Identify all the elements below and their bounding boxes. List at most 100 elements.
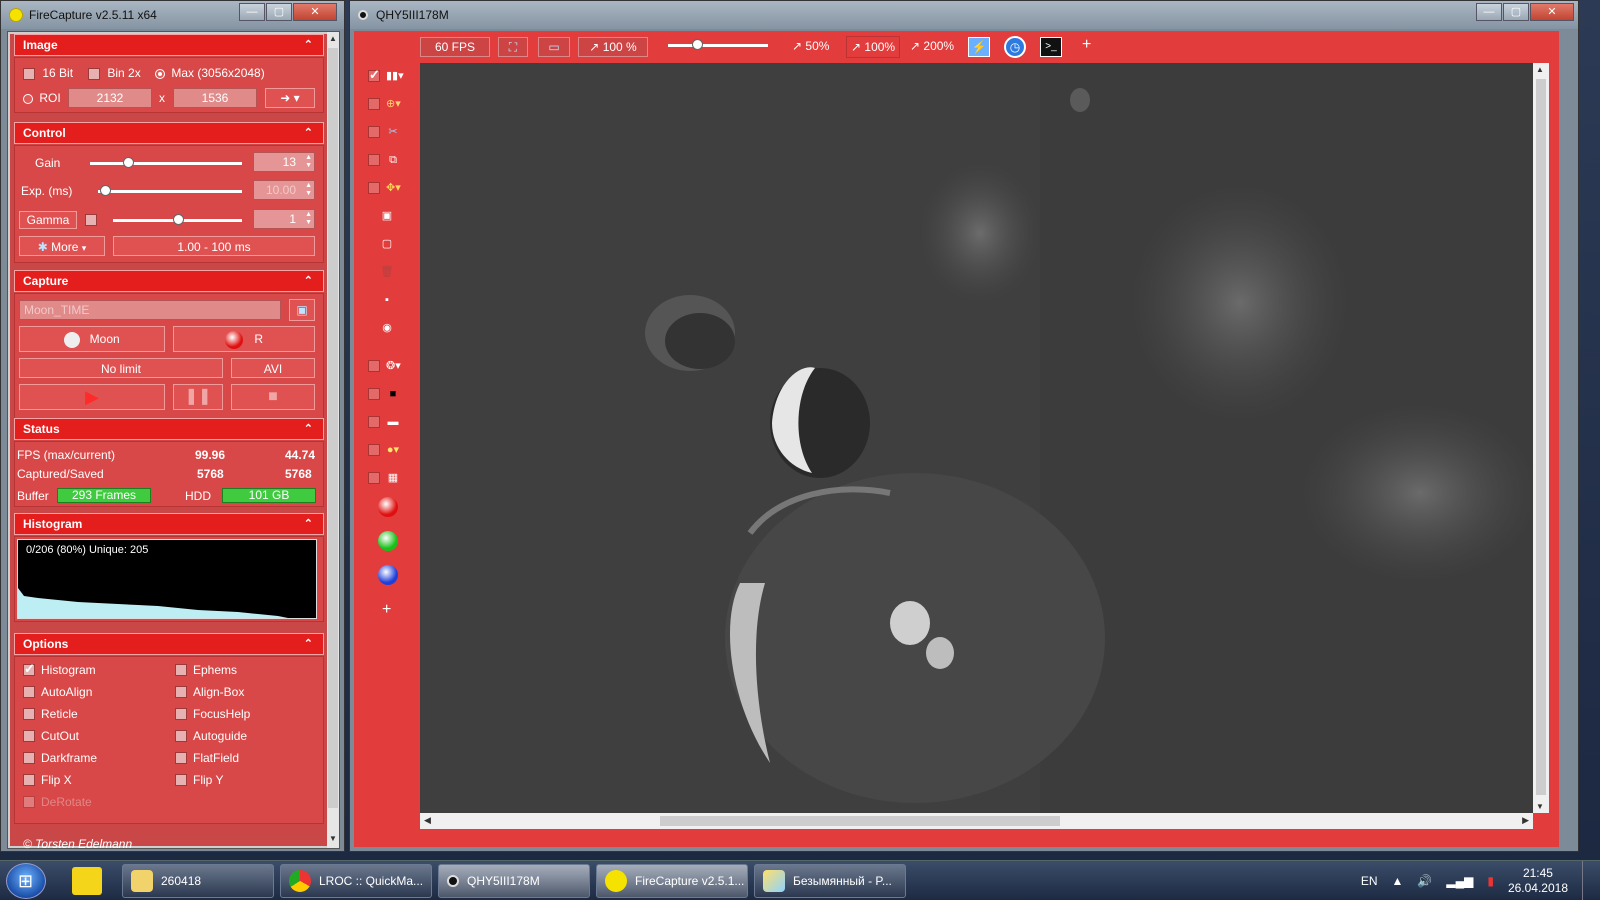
light-tool-checkbox[interactable] [368,444,380,456]
collapse-chevron-icon[interactable]: ⌃ [304,514,313,534]
pinned-app-icon[interactable] [72,867,102,895]
limit-button[interactable]: No limit [19,358,223,378]
roi-height-input[interactable]: 1536 [173,88,257,108]
zoom-100-button[interactable]: ↗ 100% [846,36,901,58]
fps-limit-button[interactable]: 60 FPS [420,37,490,57]
quick-run-icon[interactable]: ⚡ [968,37,990,57]
tool-light[interactable]: ●▾ [368,443,400,457]
tool-points[interactable]: ✥▾ [368,181,401,195]
dark-tool-checkbox[interactable] [368,388,380,400]
ephems-checkbox[interactable] [175,664,187,676]
histogram-checkbox[interactable] [23,661,35,677]
flipx-checkbox[interactable] [23,774,35,786]
scroll-left-icon[interactable]: ◀ [424,815,431,826]
option-autoguide[interactable]: Autoguide [175,729,247,743]
live-camera-view[interactable] [420,63,1533,813]
bin2x-option[interactable]: Bin 2x [88,66,141,80]
gamma-button[interactable]: Gamma [19,211,77,229]
bit16-checkbox[interactable] [23,67,35,80]
taskbar-item-firecapture[interactable]: FireCapture v2.5.1... [596,864,748,898]
fullscreen-button[interactable]: ▭ [538,37,570,57]
close-button[interactable]: ✕ [293,3,337,21]
scroll-right-icon[interactable]: ▶ [1522,815,1529,826]
exposure-slider[interactable] [98,190,242,193]
blue-channel-icon[interactable] [378,565,398,585]
darkframe-checkbox[interactable] [23,752,35,764]
option-flatfield[interactable]: FlatField [175,751,239,765]
reticle-tool-checkbox[interactable] [368,98,380,110]
minimize-button[interactable]: — [239,3,265,21]
taskbar-item-browser[interactable]: LROC :: QuickMa... [280,864,432,898]
taskbar-item-camera[interactable]: QHY5III178M [438,864,590,898]
more-dropdown-button[interactable]: ✱ More ▾ [19,236,105,256]
histogram-section-header[interactable]: Histogram ⌃ [14,513,324,535]
zoom-slider[interactable] [668,44,768,47]
tool-cut[interactable]: ✂ [368,125,400,139]
bin2x-checkbox[interactable] [88,67,100,80]
option-reticle[interactable]: Reticle [23,707,78,721]
gamma-slider-knob[interactable] [172,214,184,225]
filename-input[interactable]: Moon_TIME [19,300,281,320]
clock[interactable]: 21:45 26.04.2018 [1508,866,1568,896]
roi-width-input[interactable]: 2132 [68,88,152,108]
stop-capture-button[interactable]: ■ [231,384,315,410]
roi-option[interactable]: ROI [23,91,61,105]
tool-color[interactable]: ❂▾ [368,359,401,373]
tool-histogram[interactable]: ▮▮▾ [368,67,404,83]
trash-icon[interactable]: 🗑 [380,265,394,279]
start-button[interactable]: ⊞ [6,863,46,899]
minimize-button[interactable]: — [1476,3,1502,21]
stack-tool-checkbox[interactable] [368,154,380,166]
tool-counter[interactable]: ▦ [368,471,400,485]
language-indicator[interactable]: EN [1361,874,1378,888]
scrollbar-thumb[interactable] [660,816,1060,826]
scrollbar-thumb[interactable] [328,48,338,808]
max-resolution-radio[interactable] [155,68,165,79]
points-tool-checkbox[interactable] [368,182,380,194]
maximize-button[interactable]: ▢ [266,3,292,21]
folder-button[interactable]: ▣ [289,299,315,321]
settings-scrollbar[interactable]: ▲ ▼ [327,32,339,848]
reticle-checkbox[interactable] [23,708,35,720]
cutout-checkbox[interactable] [23,730,35,742]
red-channel-icon[interactable] [378,497,398,517]
filter-r-button[interactable]: R [173,326,315,352]
volume-icon[interactable]: 🔊 [1417,874,1432,888]
roi-presets-dropdown[interactable]: ➜ ▾ [265,88,315,108]
status-section-header[interactable]: Status ⌃ [14,418,324,440]
add-tool-icon[interactable]: + [1082,36,1091,54]
counter-tool-checkbox[interactable] [368,472,380,484]
fit-window-button[interactable]: ⛶ [498,37,528,57]
collapse-chevron-icon[interactable]: ⌃ [304,123,313,143]
max-resolution-option[interactable]: Max (3056x2048) [155,66,265,80]
pause-capture-button[interactable]: ❚❚ [173,384,223,410]
cut-tool-checkbox[interactable] [368,126,380,138]
bit16-option[interactable]: 16 Bit [23,66,73,80]
power-icon[interactable]: ▮ [1487,874,1494,888]
zoom-50-button[interactable]: ↗ 50% [792,39,829,53]
zoom-level-button[interactable]: ↗ 100 % [578,37,648,57]
screen-icon[interactable]: ▪ [380,293,394,307]
options-section-header[interactable]: Options ⌃ [14,633,324,655]
gamma-spinner[interactable]: 1 ▲ ▼ [253,209,315,229]
histogram-graph[interactable]: 0/206 (80%) Unique: 205 [17,539,317,619]
add-overlay-icon[interactable]: + [382,601,391,619]
capture-section-header[interactable]: Capture ⌃ [14,270,324,292]
taskbar-item-folder[interactable]: 260418 [122,864,274,898]
alignbox-checkbox[interactable] [175,686,187,698]
gain-slider-knob[interactable] [123,157,134,168]
scroll-up-icon[interactable]: ▲ [327,32,339,46]
green-channel-icon[interactable] [378,531,398,551]
option-focushelp[interactable]: FocusHelp [175,707,250,721]
roi-radio[interactable] [23,93,33,104]
flipy-checkbox[interactable] [175,774,187,786]
profile-moon-button[interactable]: Moon [19,326,165,352]
focushelp-checkbox[interactable] [175,708,187,720]
gain-spinner[interactable]: 13 ▲ ▼ [253,152,315,172]
start-capture-button[interactable]: ▶ [19,384,165,410]
zoom-slider-knob[interactable] [692,39,703,50]
tray-expand-icon[interactable]: ▲ [1392,874,1404,888]
option-darkframe[interactable]: Darkframe [23,751,97,765]
network-signal-icon[interactable]: ▂▄▆ [1446,874,1473,888]
spinner-arrows-icon[interactable]: ▲ ▼ [300,154,312,170]
